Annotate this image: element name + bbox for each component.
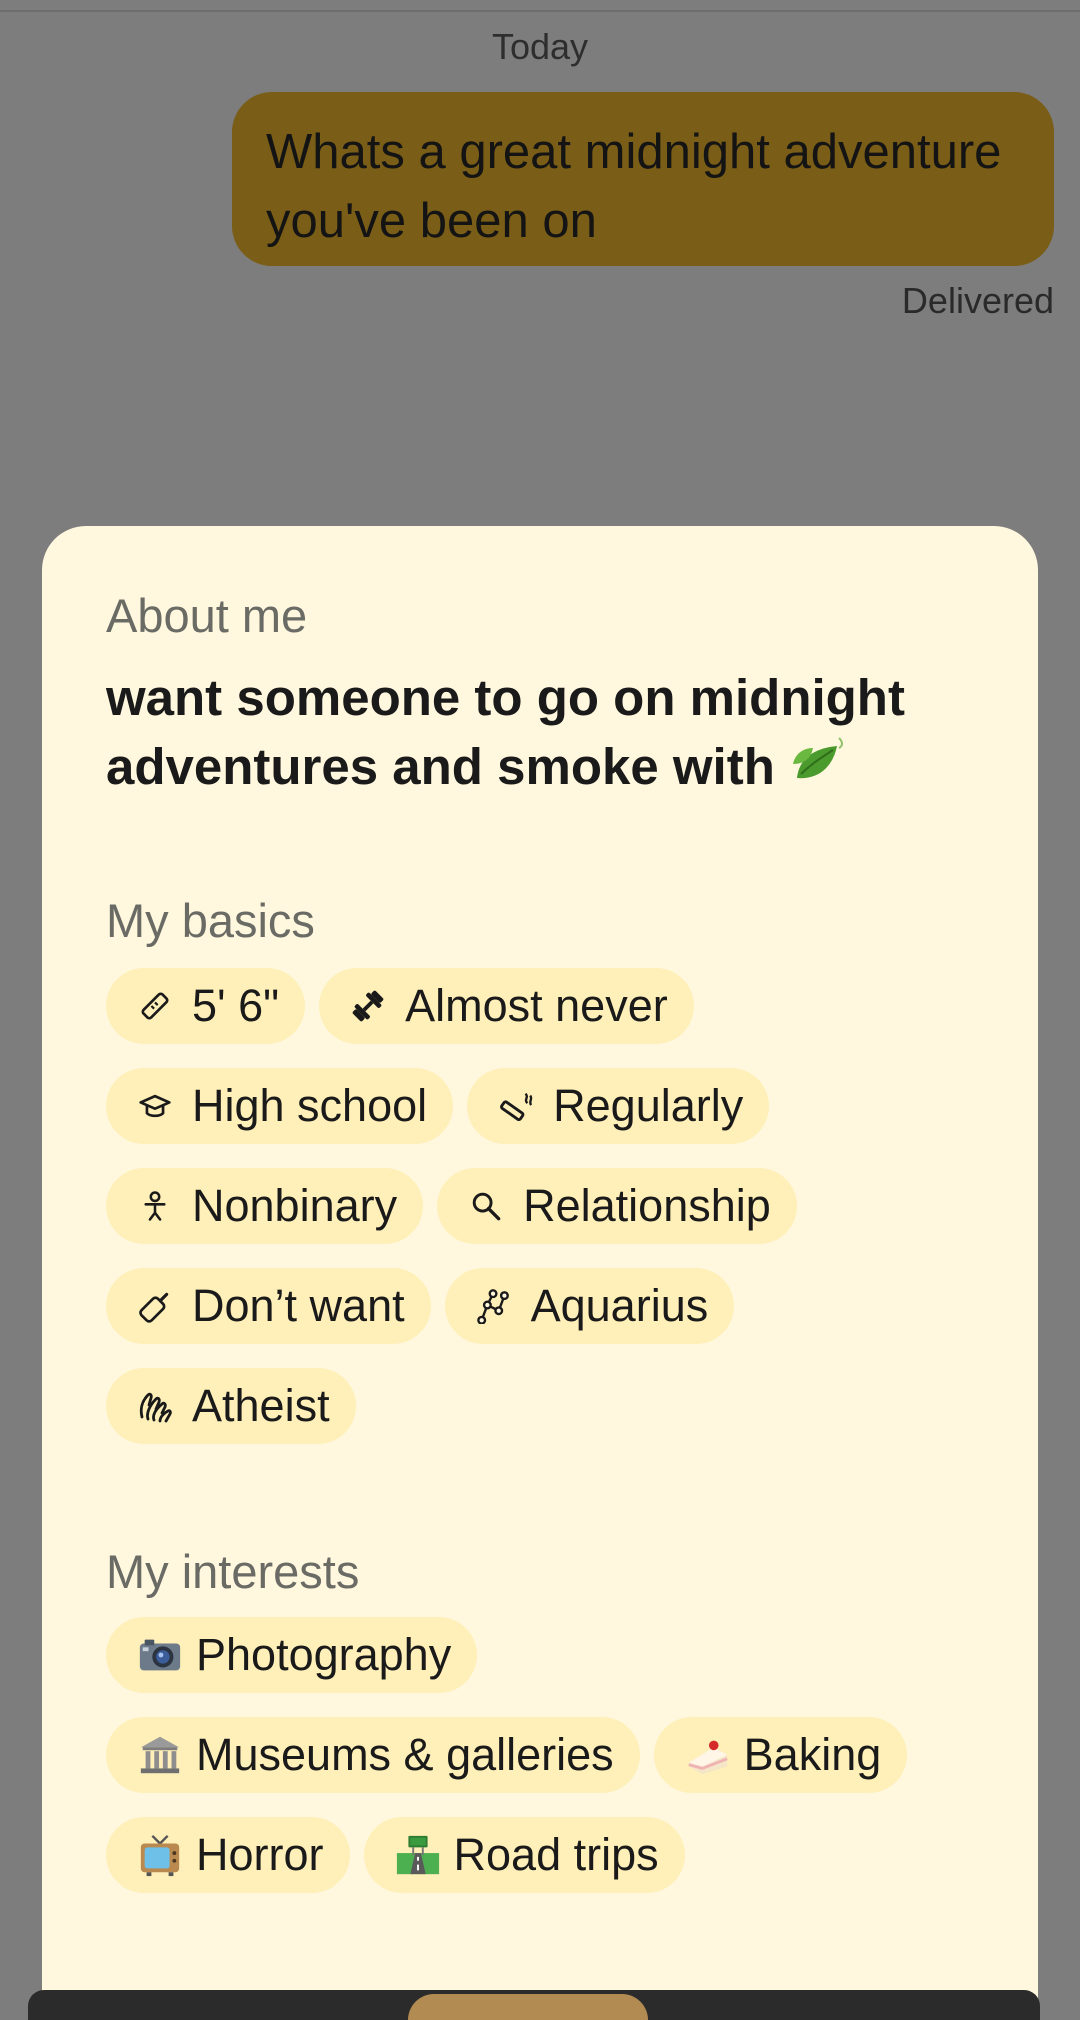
camera-icon	[136, 1631, 184, 1679]
basic-chip-education: High school	[106, 1068, 454, 1144]
dumbbell-icon	[349, 987, 387, 1025]
basic-chip-label: Don’t want	[192, 1280, 405, 1331]
smoking-icon	[497, 1087, 535, 1125]
interest-chip-label: Horror	[196, 1829, 324, 1880]
basic-chip-kids: Don’t want	[106, 1268, 431, 1344]
basic-chip-religion: Atheist	[106, 1368, 356, 1444]
ruler-icon	[136, 987, 174, 1025]
basic-chip-gender: Nonbinary	[106, 1168, 424, 1244]
sent-message-bubble[interactable]: Whats a great midnight adventure you've …	[232, 92, 1054, 266]
about-text: want someone to go on midnight adventure…	[106, 663, 974, 801]
interests-title: My interests	[106, 1545, 360, 1598]
baby-bottle-icon	[136, 1287, 174, 1325]
interest-chip-museums: Museums & galleries	[106, 1717, 640, 1793]
basics-list: 5' 6" Almost never High school Regularly…	[106, 968, 986, 1444]
basic-chip-height: 5' 6"	[106, 968, 306, 1044]
museum-icon	[136, 1731, 184, 1779]
photo-thumbnail	[408, 1994, 648, 2020]
date-separator: Today	[491, 26, 589, 67]
interest-chip-horror: Horror	[106, 1817, 350, 1893]
interests-list: Photography Museums & galleries Baking H…	[106, 1617, 986, 1893]
top-divider	[0, 10, 1080, 12]
basic-chip-label: 5' 6"	[192, 980, 280, 1031]
basic-chip-label: High school	[192, 1080, 428, 1131]
basic-chip-zodiac: Aquarius	[444, 1268, 735, 1344]
basic-chip-smoking: Regularly	[467, 1068, 770, 1144]
basic-chip-label: Atheist	[192, 1380, 330, 1431]
television-icon	[136, 1831, 184, 1879]
interest-chip-label: Baking	[743, 1729, 882, 1780]
road-icon	[394, 1831, 442, 1879]
praying-hands-icon	[136, 1387, 174, 1425]
basic-chip-label: Nonbinary	[192, 1180, 398, 1231]
interest-chip-label: Museums & galleries	[196, 1729, 614, 1780]
interest-chip-photography: Photography	[106, 1617, 478, 1693]
basic-chip-label: Regularly	[553, 1080, 744, 1131]
basic-chip-label: Almost never	[405, 980, 668, 1031]
message-text: Whats a great midnight adventure you've …	[266, 125, 1002, 248]
interest-chip-label: Photography	[196, 1629, 452, 1680]
basic-chip-label: Aquarius	[530, 1280, 709, 1331]
constellation-icon	[475, 1287, 513, 1325]
interest-chip-road-trips: Road trips	[363, 1817, 685, 1893]
about-text-content: want someone to go on midnight adventure…	[106, 669, 905, 795]
profile-card[interactable]: About me want someone to go on midnight …	[42, 526, 1038, 2020]
next-profile-photo-peek[interactable]	[28, 1990, 1040, 2020]
delivery-status: Delivered	[901, 280, 1054, 321]
cake-icon	[684, 1731, 732, 1779]
leaf-icon	[789, 734, 845, 790]
interest-chip-baking: Baking	[653, 1717, 908, 1793]
person-icon	[136, 1187, 174, 1225]
graduation-cap-icon	[136, 1087, 174, 1125]
basic-chip-looking-for: Relationship	[437, 1168, 797, 1244]
basic-chip-exercise: Almost never	[319, 968, 694, 1044]
interest-chip-label: Road trips	[453, 1829, 659, 1880]
about-title: About me	[106, 589, 308, 642]
magnifier-icon	[467, 1187, 505, 1225]
basics-title: My basics	[106, 894, 315, 947]
basic-chip-label: Relationship	[523, 1180, 771, 1231]
